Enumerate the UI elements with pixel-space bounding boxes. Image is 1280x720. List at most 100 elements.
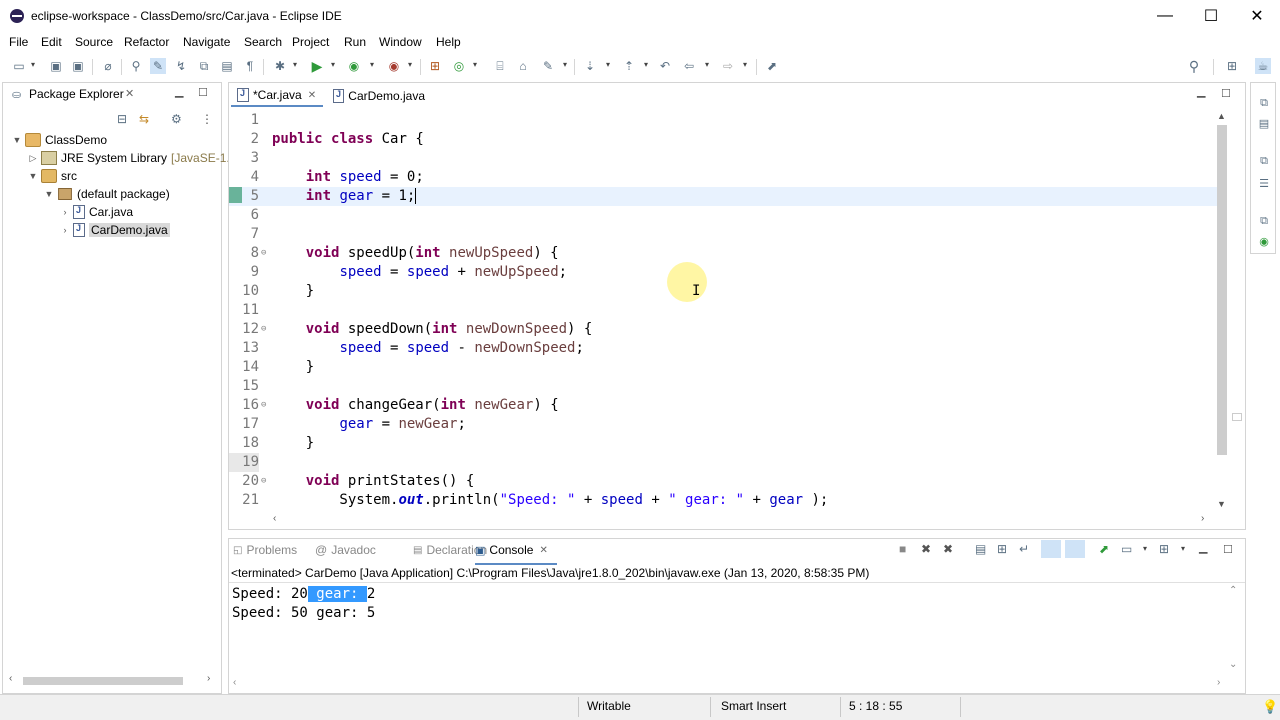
- back-icon[interactable]: ⇦: [681, 58, 697, 74]
- tree-item-car-java[interactable]: › Car.java: [59, 203, 133, 221]
- scrollbar-thumb[interactable]: [23, 677, 183, 685]
- forward-dropdown-icon[interactable]: ▾: [743, 60, 747, 69]
- chevron-down-icon[interactable]: ▼: [1217, 499, 1226, 509]
- new-icon[interactable]: ▭: [11, 58, 27, 74]
- tip-lightbulb-icon[interactable]: 💡: [1262, 699, 1278, 715]
- chevron-up-icon[interactable]: ⌃: [1229, 585, 1237, 596]
- scroll-lock-icon[interactable]: ⊞: [997, 542, 1007, 556]
- clear-console-icon[interactable]: ▤: [975, 542, 986, 556]
- next-edit-dropdown-icon[interactable]: ▾: [606, 60, 610, 69]
- restore-icon[interactable]: ⧉: [1257, 97, 1271, 109]
- new-java-package-icon[interactable]: ⊞: [427, 58, 443, 74]
- run-icon[interactable]: ▶: [309, 58, 325, 74]
- next-annotation-icon[interactable]: ↯: [173, 58, 189, 74]
- close-icon[interactable]: ✕: [539, 545, 547, 556]
- menu-navigate[interactable]: Navigate: [183, 35, 230, 49]
- search-icon[interactable]: ⚲: [1186, 58, 1202, 74]
- scroll-left-icon[interactable]: ‹: [273, 513, 276, 524]
- save-icon[interactable]: ▣: [48, 58, 64, 74]
- tree-item-project[interactable]: ▼ ClassDemo: [11, 131, 107, 149]
- menu-refactor[interactable]: Refactor: [124, 35, 169, 49]
- chevron-down-icon[interactable]: ▼: [27, 171, 39, 181]
- back-dropdown-icon[interactable]: ▾: [705, 60, 709, 69]
- chevron-down-icon[interactable]: ▼: [11, 135, 23, 145]
- save-all-icon[interactable]: ▣: [70, 58, 86, 74]
- external-tools-icon[interactable]: ◉: [386, 58, 402, 74]
- last-edit-location-icon[interactable]: ↶: [657, 58, 673, 74]
- previous-edit-dropdown-icon[interactable]: ▾: [644, 60, 648, 69]
- mark-occurrences-icon[interactable]: ✎: [150, 58, 166, 74]
- menu-file[interactable]: File: [9, 35, 28, 49]
- maximize-view-icon[interactable]: ☐: [1221, 87, 1231, 100]
- tab-javadoc[interactable]: @ Javadoc: [315, 543, 376, 557]
- open-console-icon[interactable]: ⊞: [1159, 542, 1169, 556]
- link-with-editor-icon[interactable]: ⇆: [139, 112, 149, 126]
- pin-console-icon[interactable]: ⬈: [1099, 542, 1109, 556]
- editor-tab-car-java[interactable]: *Car.java ✕: [231, 85, 323, 107]
- vertical-scrollbar[interactable]: ▲ ▼: [1215, 111, 1229, 511]
- next-edit-icon[interactable]: ⇣: [582, 58, 598, 74]
- forward-icon[interactable]: ⇨: [720, 58, 736, 74]
- open-type-icon[interactable]: ⚲: [128, 58, 144, 74]
- chevron-right-icon[interactable]: ›: [59, 225, 71, 235]
- maximize-button[interactable]: ☐: [1188, 0, 1234, 32]
- overview-ruler-marker[interactable]: [1232, 413, 1242, 421]
- maximize-view-icon[interactable]: ☐: [1223, 543, 1233, 556]
- close-icon[interactable]: ✕: [125, 87, 134, 100]
- minimize-view-icon[interactable]: ▁: [175, 85, 183, 98]
- horizontal-scrollbar[interactable]: ‹ ›: [9, 673, 215, 687]
- minimize-view-icon[interactable]: ▁: [1199, 541, 1207, 554]
- chevron-right-icon[interactable]: ▷: [27, 153, 39, 164]
- java-perspective-icon[interactable]: ☕: [1255, 58, 1271, 74]
- chevron-up-icon[interactable]: ▲: [1217, 111, 1226, 121]
- terminate-icon[interactable]: ■: [899, 542, 906, 556]
- run-dropdown-icon[interactable]: ▾: [331, 60, 335, 69]
- remove-all-icon[interactable]: ✖: [943, 542, 953, 556]
- open-task-icon[interactable]: ⌸: [492, 58, 508, 74]
- show-on-output-icon[interactable]: [1041, 540, 1061, 558]
- maximize-view-icon[interactable]: ☐: [198, 86, 208, 99]
- menu-edit[interactable]: Edit: [41, 35, 62, 49]
- search-dropdown-icon[interactable]: ▾: [563, 60, 567, 69]
- console-output[interactable]: Speed: 20 gear: 2 Speed: 50 gear: 5: [232, 585, 375, 623]
- scroll-right-icon[interactable]: ›: [207, 673, 210, 684]
- tree-item-src[interactable]: ▼ src: [27, 167, 77, 185]
- chevron-right-icon[interactable]: ›: [59, 207, 71, 217]
- tree-item-cardemo-java[interactable]: › CarDemo.java: [59, 221, 170, 239]
- coverage-dropdown-icon[interactable]: ▾: [370, 60, 374, 69]
- display-selected-console-icon[interactable]: ▭: [1121, 542, 1132, 556]
- filters-icon[interactable]: ⚙: [171, 112, 182, 126]
- new-dropdown-icon[interactable]: ▾: [31, 60, 35, 69]
- menu-source[interactable]: Source: [75, 35, 113, 49]
- scrollbar-thumb[interactable]: [1217, 125, 1227, 455]
- close-icon[interactable]: ✕: [308, 90, 316, 101]
- debug-dropdown-icon[interactable]: ▾: [293, 60, 297, 69]
- scroll-right-icon[interactable]: ›: [1201, 513, 1204, 524]
- toggle-block-icon[interactable]: ⧉: [196, 58, 212, 74]
- git-icon[interactable]: ◉: [1257, 235, 1271, 248]
- scroll-left-icon[interactable]: ‹: [9, 673, 12, 684]
- package-explorer-tab[interactable]: ⛀ Package Explorer ✕ ▁ ☐: [3, 83, 221, 107]
- tab-problems[interactable]: ◱ Problems: [233, 543, 297, 557]
- remove-launch-icon[interactable]: ✖: [921, 542, 931, 556]
- menu-search[interactable]: Search: [244, 35, 282, 49]
- pin-editor-icon[interactable]: ⬈: [764, 58, 780, 74]
- outline-icon[interactable]: ☰: [1257, 177, 1271, 190]
- debug-icon[interactable]: ✱: [272, 58, 288, 74]
- collapse-all-icon[interactable]: ⊟: [117, 112, 127, 126]
- editor-horizontal-scrollbar[interactable]: ‹ ›: [269, 513, 1209, 527]
- close-button[interactable]: ✕: [1234, 0, 1280, 32]
- restore-icon[interactable]: ⧉: [1257, 215, 1271, 227]
- menu-help[interactable]: Help: [436, 35, 461, 49]
- scroll-left-icon[interactable]: ‹: [233, 677, 236, 688]
- skip-breakpoints-icon[interactable]: ⌀: [100, 58, 116, 74]
- code-editor[interactable]: 1 2 public class Car { 3 4 int speed = 0;…: [229, 111, 1219, 517]
- chevron-down-icon[interactable]: ⌄: [1229, 659, 1237, 670]
- chevron-down-icon[interactable]: ▾: [1181, 544, 1185, 553]
- chevron-down-icon[interactable]: ▾: [1143, 544, 1147, 553]
- previous-edit-icon[interactable]: ⇡: [621, 58, 637, 74]
- show-on-error-icon[interactable]: [1065, 540, 1085, 558]
- show-whitespace-icon[interactable]: ¶: [242, 58, 258, 74]
- menu-window[interactable]: Window: [379, 35, 422, 49]
- chevron-down-icon[interactable]: ▼: [43, 189, 55, 199]
